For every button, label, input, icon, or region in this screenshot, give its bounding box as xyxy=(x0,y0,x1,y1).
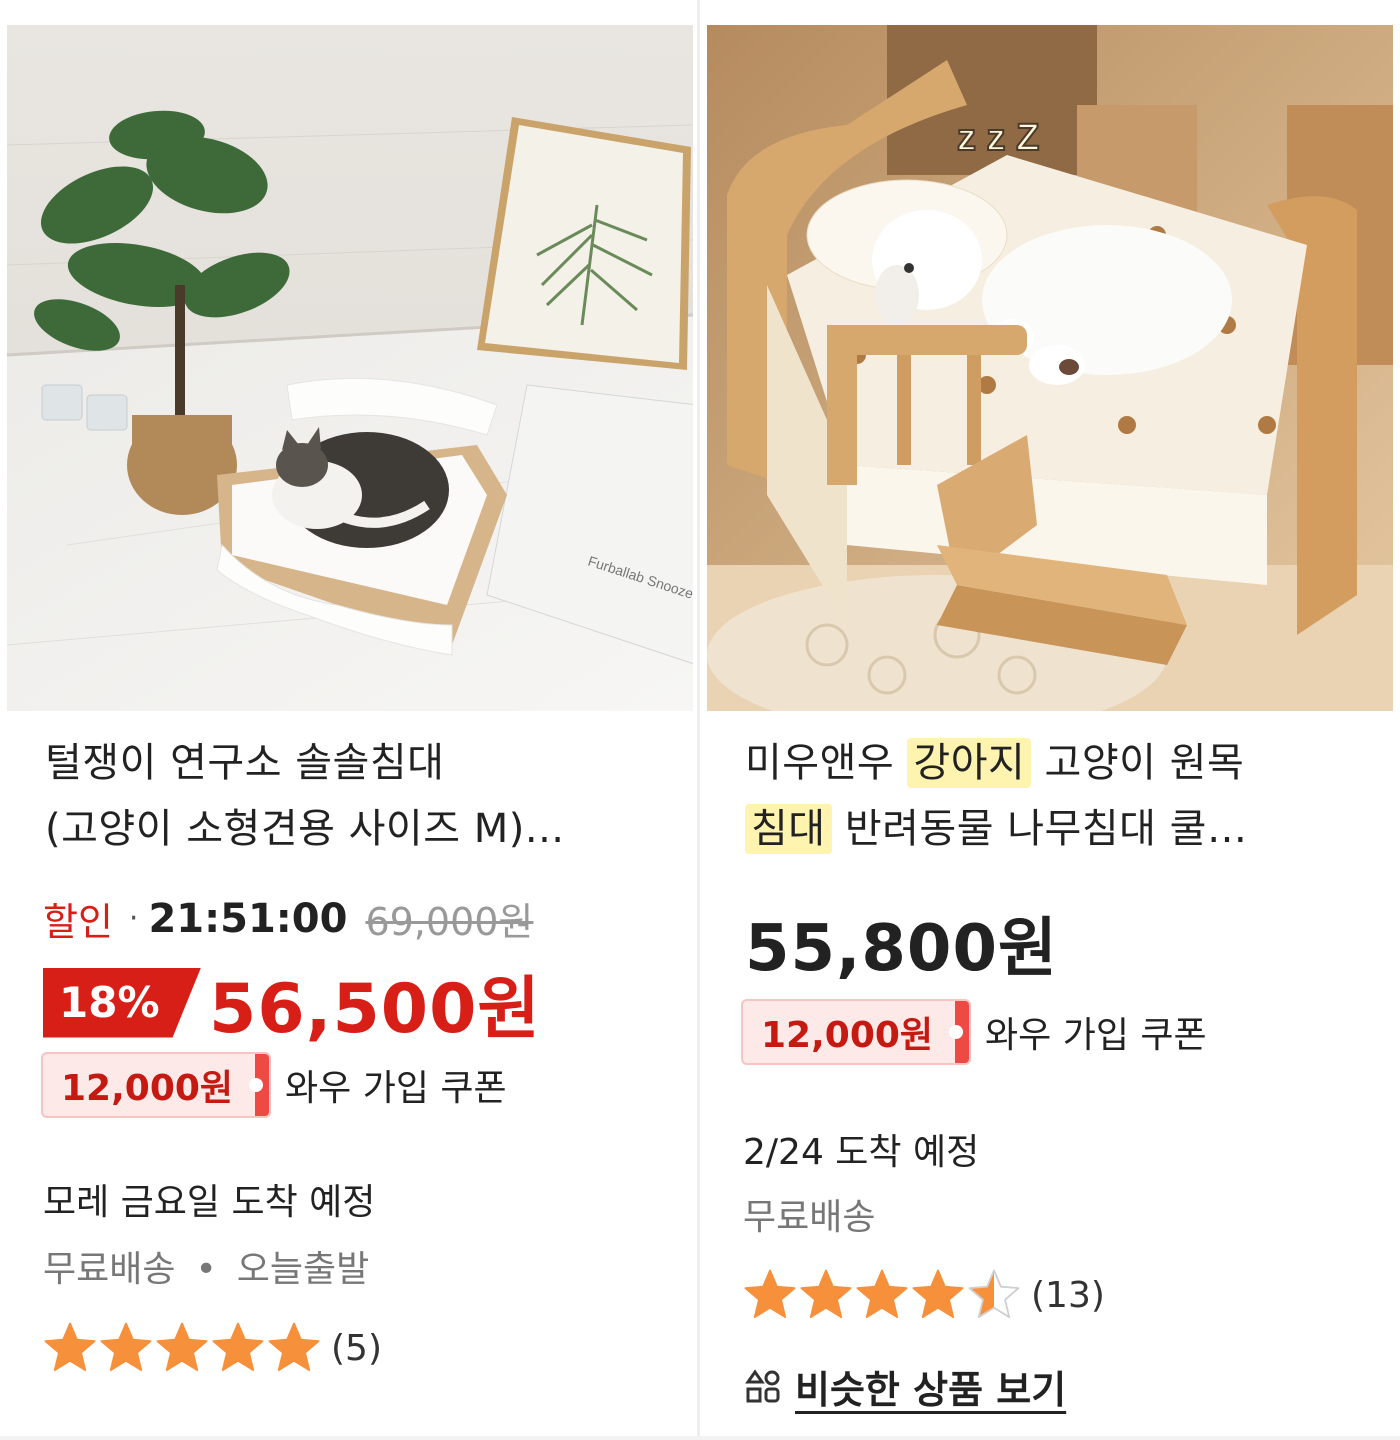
star-icon xyxy=(44,1322,96,1372)
star-icon xyxy=(268,1322,320,1372)
title-brand: 미우앤우 xyxy=(745,740,895,786)
column-divider xyxy=(697,0,700,1440)
discount-badge: 18% xyxy=(43,967,201,1038)
bullet: • xyxy=(195,1249,217,1290)
star-rating xyxy=(43,1321,321,1375)
similar-products-icon xyxy=(745,1368,780,1402)
product-image-1[interactable]: Furballab Snooze Solid Wood Furniture xyxy=(7,25,693,711)
star-icon xyxy=(744,1269,796,1319)
product-title-line2[interactable]: 침대 반려동물 나무침대 쿨… xyxy=(745,796,1247,862)
review-count: (5) xyxy=(331,1327,382,1369)
sale-price: 55,800원 xyxy=(745,912,1058,986)
product-card-2[interactable]: z z Z 미우앤우 강아지 고양이 원목 침대 반려동물 나무침대 쿨… 55… xyxy=(707,25,1393,1412)
title-highlight-1: 강아지 xyxy=(907,738,1032,788)
price-row: 18% 56,500원 xyxy=(43,953,541,1052)
title-highlight-2: 침대 xyxy=(745,804,832,854)
title-text: 고양이 원목 xyxy=(1044,740,1245,786)
star-icon xyxy=(800,1269,852,1319)
coupon-text: 와우 가입 쿠폰 xyxy=(285,1068,507,1109)
original-price: 69,000원 xyxy=(365,900,534,944)
title-text: 반려동물 나무침대 쿨… xyxy=(844,806,1248,852)
dog-bed-photo: z z Z xyxy=(707,25,1393,711)
sale-info: 할인 · 21:51:00 69,000원 xyxy=(43,891,533,946)
sale-price: 56,500원 xyxy=(209,970,541,1049)
product-title-line1[interactable]: 미우앤우 강아지 고양이 원목 xyxy=(745,730,1244,796)
sale-label: 할인 xyxy=(43,900,113,944)
svg-text:z z Z: z z Z xyxy=(957,117,1039,159)
product-title-line2[interactable]: (고양이 소형견용 사이즈 M)... xyxy=(45,796,565,862)
review-count: (13) xyxy=(1031,1274,1105,1316)
coupon-row[interactable]: 12,000원 와우 가입 쿠폰 xyxy=(41,1052,507,1118)
coupon-badge[interactable]: 12,000원 xyxy=(41,1052,272,1118)
product-grid: Furballab Snooze Solid Wood Furniture 털쟁… xyxy=(0,0,1400,1440)
star-icon xyxy=(968,1269,1020,1319)
product-title-line1[interactable]: 털쟁이 연구소 솔솔침대 xyxy=(45,730,444,796)
product-image-2[interactable]: z z Z xyxy=(707,25,1393,711)
delivery-info: 모레 금요일 도착 예정 xyxy=(43,1182,376,1223)
shipping-extra: 오늘출발 xyxy=(236,1249,370,1290)
coupon-text: 와우 가입 쿠폰 xyxy=(985,1015,1207,1056)
coupon-notch xyxy=(249,1078,264,1092)
separator-dot: · xyxy=(128,901,139,936)
rating: (5) xyxy=(43,1321,382,1375)
star-icon xyxy=(212,1322,264,1372)
coupon-amount: 12,000원 xyxy=(61,1068,234,1109)
star-icon xyxy=(156,1322,208,1372)
star-rating xyxy=(743,1268,1021,1322)
shipping-info: 무료배송 • 오늘출발 xyxy=(43,1240,369,1292)
coupon-badge[interactable]: 12,000원 xyxy=(741,999,972,1065)
cat-bed-photo: Furballab Snooze Solid Wood Furniture xyxy=(7,25,693,711)
similar-products-label: 비슷한 상품 보기 xyxy=(795,1368,1067,1412)
row-divider xyxy=(0,1436,1400,1440)
coupon-row[interactable]: 12,000원 와우 가입 쿠폰 xyxy=(741,999,1207,1065)
shipping-info: 무료배송 xyxy=(743,1197,876,1238)
star-icon xyxy=(912,1269,964,1319)
coupon-notch xyxy=(949,1025,964,1039)
product-card-1[interactable]: Furballab Snooze Solid Wood Furniture 털쟁… xyxy=(7,25,693,1372)
shipping-label: 무료배송 xyxy=(43,1249,176,1290)
coupon-amount: 12,000원 xyxy=(761,1015,934,1056)
star-icon xyxy=(856,1269,908,1319)
rating: (13) xyxy=(743,1268,1105,1322)
delivery-info: 2/24 도착 예정 xyxy=(743,1132,980,1173)
star-icon xyxy=(100,1322,152,1372)
similar-products-link[interactable]: 비슷한 상품 보기 xyxy=(745,1359,1066,1414)
sale-timer: 21:51:00 xyxy=(148,895,348,942)
